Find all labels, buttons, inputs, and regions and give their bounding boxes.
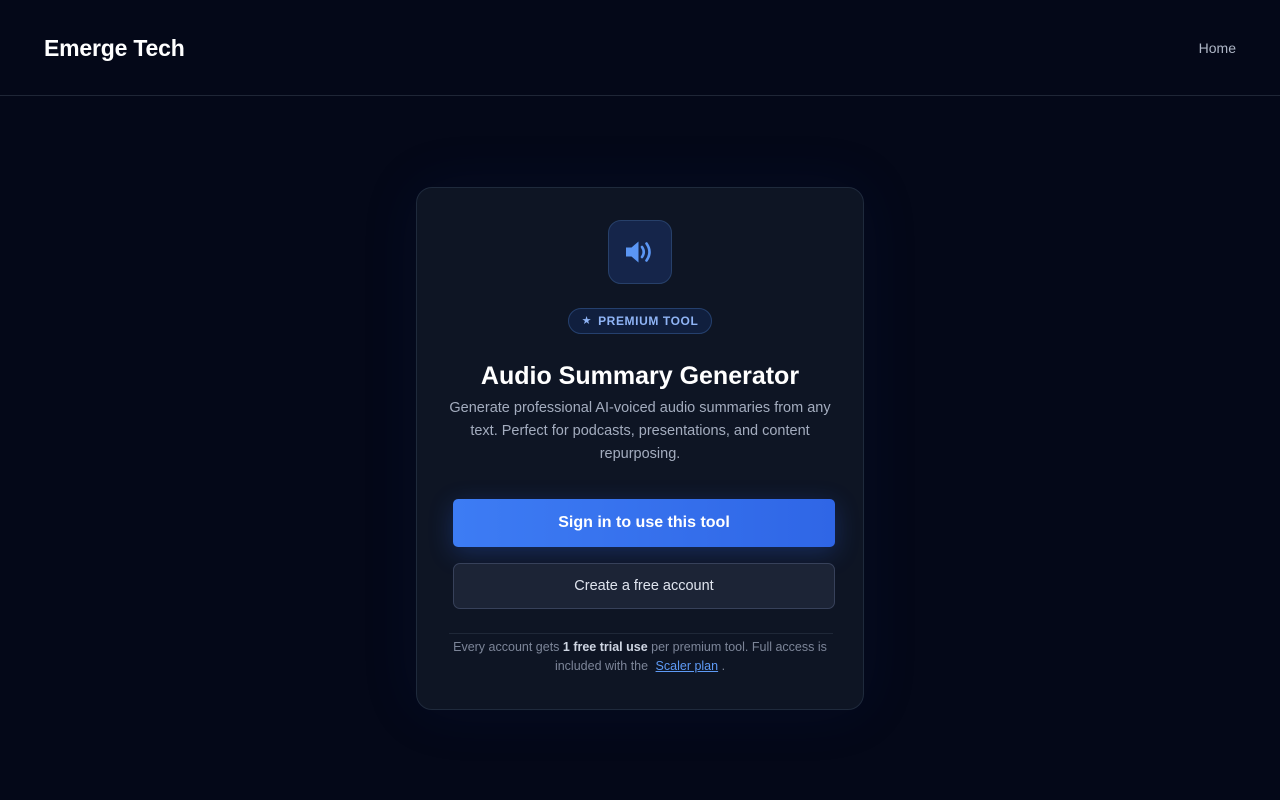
create-account-button[interactable]: Create a free account: [453, 563, 835, 609]
page: Emerge Tech Home ★ PREMIUM TOOL Audio Su…: [0, 0, 1280, 800]
speaker-volume-icon: [608, 220, 672, 284]
nav-link-home[interactable]: Home: [1199, 38, 1236, 58]
premium-tool-card: ★ PREMIUM TOOL Audio Summary Generator G…: [416, 187, 864, 710]
badge-label: PREMIUM TOOL: [598, 314, 699, 328]
star-icon: ★: [581, 314, 593, 327]
divider: [449, 633, 833, 634]
top-nav-bar: Emerge Tech Home: [0, 0, 1280, 96]
footnote-suffix: .: [718, 659, 726, 673]
sign-in-button[interactable]: Sign in to use this tool: [453, 499, 835, 547]
premium-tool-badge: ★ PREMIUM TOOL: [568, 308, 712, 334]
tool-title: Audio Summary Generator: [480, 362, 800, 390]
brand-logo[interactable]: Emerge Tech: [44, 33, 185, 63]
scaler-plan-link[interactable]: Scaler plan: [656, 659, 719, 673]
footnote-trial-highlight: 1 free trial use: [562, 640, 648, 654]
footnote-prefix: Every account gets: [453, 640, 563, 654]
trial-footnote: Every account gets 1 free trial use per …: [445, 638, 835, 676]
speaker-volume-icon-graphic: [626, 241, 651, 263]
tool-description: Generate professional AI-voiced audio su…: [449, 400, 831, 462]
